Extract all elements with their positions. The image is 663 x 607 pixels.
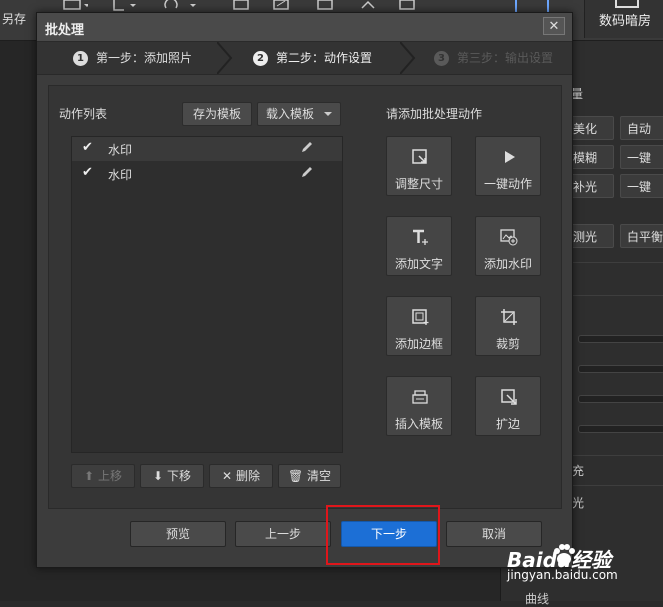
batch-dialog: 批处理 ✕ 1 第一步：添加照片 2 第二步：动作设置 3 第三步：输出设置 动作列表… [36,12,573,568]
action-list-item[interactable]: ✔ 水印 [72,137,342,161]
move-up-label: 上移 [97,469,122,483]
step-label: 第一步：添加照片 [96,51,193,65]
wizard-steps: 1 第一步：添加照片 2 第二步：动作设置 3 第三步：输出设置 [37,42,572,75]
panel-slider[interactable] [578,425,663,433]
panel-button-auto[interactable]: 自动 [620,116,663,140]
border-icon [412,309,429,325]
text-icon [413,229,428,245]
action-list-item[interactable]: ✔ 水印 [72,162,342,186]
chevron-down-icon [324,112,332,116]
panel-button-metering[interactable]: 测光 [566,224,614,248]
action-label: 一键动作 [483,177,532,191]
previous-step-button[interactable]: 上一步 [235,521,331,547]
action-add-border-button[interactable]: 添加边框 [386,296,452,356]
action-label: 添加文字 [394,257,443,271]
step-3: 3 第三步：输出设置 [434,42,553,74]
panel-button-one-click-2[interactable]: 一键 [620,174,663,198]
close-button[interactable]: ✕ [543,17,565,35]
panel-button-white-balance[interactable]: 白平衡 [620,224,663,248]
save-as-label[interactable]: 另存 [2,10,26,27]
baidu-watermark: Baidu经验 jingyan.baidu.com [505,540,663,601]
panel-slider[interactable] [578,365,663,373]
clear-label: 清空 [307,469,332,483]
save-template-button[interactable]: 存为模板 [182,102,252,126]
action-expand-edge-button[interactable]: 扩边 [475,376,541,436]
action-add-text-button[interactable]: 添加文字 [386,216,452,276]
action-label: 扩边 [495,417,520,431]
action-label: 添加水印 [483,257,532,271]
edit-pencil-icon[interactable] [300,140,314,154]
move-down-label: 下移 [166,469,191,483]
checkbox-checked[interactable]: ✔ [82,166,96,180]
action-crop-button[interactable]: 裁剪 [475,296,541,356]
play-icon [505,151,515,163]
action-list-title: 动作列表 [59,107,108,121]
panel-button-one-click[interactable]: 一键 [620,145,663,169]
action-label: 裁剪 [495,337,520,351]
panel-button-blur[interactable]: 模糊 [566,145,614,169]
panel-slider[interactable] [578,335,663,343]
template-icon [412,390,428,404]
action-label: 添加边框 [394,337,443,351]
checkbox-checked[interactable]: ✔ [82,141,96,155]
action-add-watermark-button[interactable]: 添加水印 [475,216,541,276]
action-item-label: 水印 [108,168,133,182]
arrow-up-icon: ⬆ [84,469,95,483]
dialog-titlebar[interactable]: 批处理 ✕ [37,13,572,42]
action-label: 调整尺寸 [394,177,443,191]
delete-button[interactable]: ✕ 删除 [209,464,273,488]
delete-x-icon: ✕ [222,469,233,483]
move-up-button[interactable]: ⬆ 上移 [71,464,135,488]
panel-button-fill-light[interactable]: 补光 [566,174,614,198]
step-2[interactable]: 2 第二步：动作设置 [253,42,372,74]
action-insert-template-button[interactable]: 插入模板 [386,376,452,436]
edit-pencil-icon[interactable] [300,165,314,179]
step-separator-icon [400,42,416,74]
action-one-click-button[interactable]: 一键动作 [475,136,541,196]
preview-button[interactable]: 预览 [130,521,226,547]
crop-icon [501,309,517,325]
step-label: 第三步：输出设置 [457,51,554,65]
arrow-down-icon: ⬇ [153,469,164,483]
tab-label: 数码暗房 [599,14,652,29]
panel-button-beautify[interactable]: 美化 [566,116,614,140]
watermark-icon [500,229,518,246]
action-label: 插入模板 [394,417,443,431]
darkroom-icon [615,0,639,8]
load-template-label: 载入模板 [266,107,315,121]
panel-section-label: 充 [572,464,585,478]
close-icon: ✕ [548,19,560,34]
action-list[interactable]: ✔ 水印 ✔ 水印 [71,136,343,453]
highlight-annotation [326,505,440,565]
load-template-button[interactable]: 载入模板 [257,102,341,126]
dialog-title: 批处理 [45,23,85,38]
trash-icon: 🗑 [287,469,304,483]
step-number: 2 [253,51,268,66]
clear-button[interactable]: 🗑 清空 [278,464,341,488]
action-item-label: 水印 [108,143,133,157]
step-separator-icon [217,42,233,74]
resize-icon [412,149,427,164]
move-down-button[interactable]: ⬇ 下移 [140,464,204,488]
expand-icon [501,389,517,405]
step-label: 第二步：动作设置 [276,51,373,65]
delete-label: 删除 [235,469,260,483]
baidu-url-text: jingyan.baidu.com [507,568,618,582]
add-actions-title: 请添加批处理动作 [386,107,483,121]
tab-digital-darkroom[interactable]: 数码暗房 [584,0,663,38]
step-1[interactable]: 1 第一步：添加照片 [73,42,192,74]
panel-slider[interactable] [578,395,663,403]
step-number: 1 [73,51,88,66]
panel-section-label: 光 [572,496,585,510]
action-resize-button[interactable]: 调整尺寸 [386,136,452,196]
step-number: 3 [434,51,449,66]
